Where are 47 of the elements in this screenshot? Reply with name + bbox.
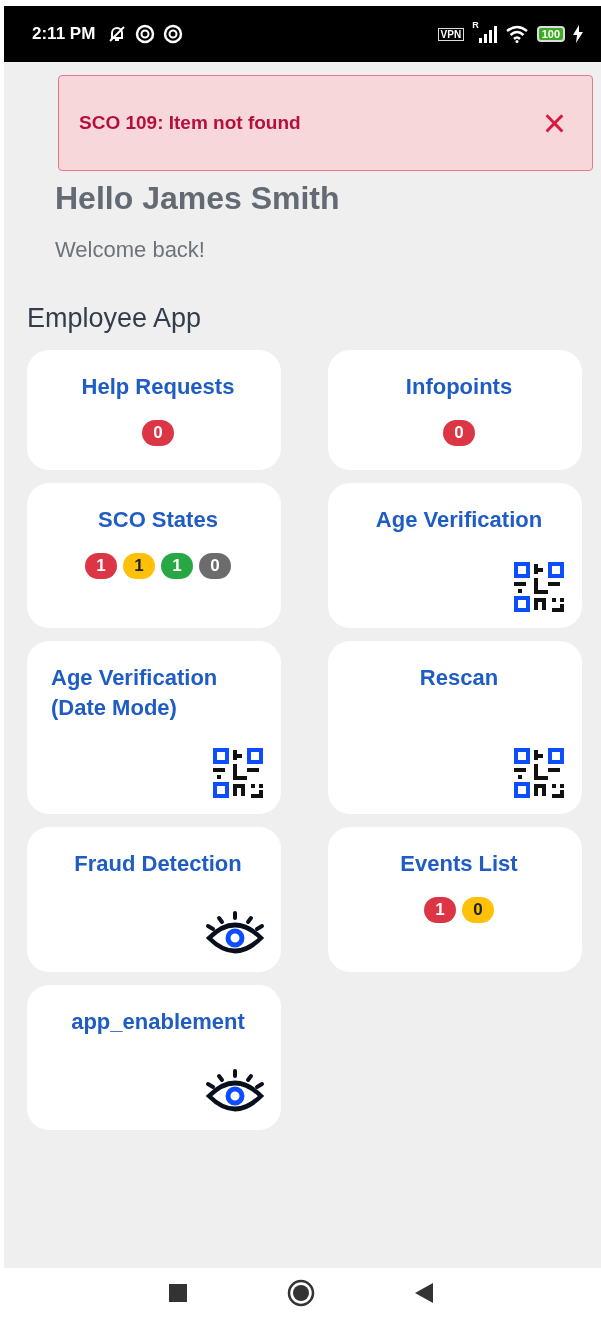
qr-code-icon [514,562,566,614]
error-message: SCO 109: Item not found [79,112,302,134]
tile-title: Help Requests [81,373,235,401]
home-icon[interactable] [286,1278,315,1307]
tile-title: Fraud Detection [74,850,242,878]
charging-icon [573,25,583,43]
back-icon[interactable] [414,1282,433,1303]
app-tile[interactable]: Age Verification (Date Mode) [27,641,281,814]
qr-code-icon [514,748,566,800]
app-tile[interactable]: Rescan [328,641,582,814]
signal-icon [478,25,497,43]
clock: 2:11 PM [32,24,96,44]
count-badge: 1 [85,553,117,579]
greeting-subtitle: Welcome back! [55,237,206,263]
app-tile[interactable]: Age Verification [328,483,582,628]
count-badge: 0 [199,553,231,579]
count-badge: 1 [161,553,193,579]
square-icon[interactable] [168,1283,187,1302]
app-tile[interactable]: Events List 1 0 [328,827,582,972]
count-badge: 0 [142,420,174,446]
vpn-indicator: VPN [437,27,465,41]
qr-code-icon [213,748,265,800]
tile-title: Events List [400,850,518,878]
app-tile[interactable]: Infopoints 0 [328,350,582,470]
tile-title: Age Verification [375,506,543,534]
roaming-indicator: R [472,20,479,30]
app-tile[interactable]: app_enablement [27,985,281,1130]
tile-title: Age Verification (Date Mode) [51,664,219,722]
app-tile[interactable]: Fraud Detection [27,827,281,972]
count-badge: 1 [424,897,456,923]
battery-indicator: 100 [536,26,565,42]
close-button[interactable]: × [536,103,572,143]
tile-title: SCO States [98,506,218,534]
app-tile[interactable]: SCO States 1 1 1 0 [27,483,281,628]
tile-title: app_enablement [71,1008,245,1036]
tile-title: Rescan [419,664,499,692]
wifi-icon [504,25,529,43]
count-badge: 1 [123,553,155,579]
circle-icon [163,24,184,44]
greeting-title: Hello James Smith [55,180,341,217]
circle-icon [135,24,156,44]
count-badge: 0 [462,897,494,923]
tile-title: Infopoints [405,373,513,401]
app-tile[interactable]: Help Requests 0 [27,350,281,470]
count-badge: 0 [443,420,475,446]
muted-bell-icon [107,24,128,44]
section-title: Employee App [27,303,203,334]
